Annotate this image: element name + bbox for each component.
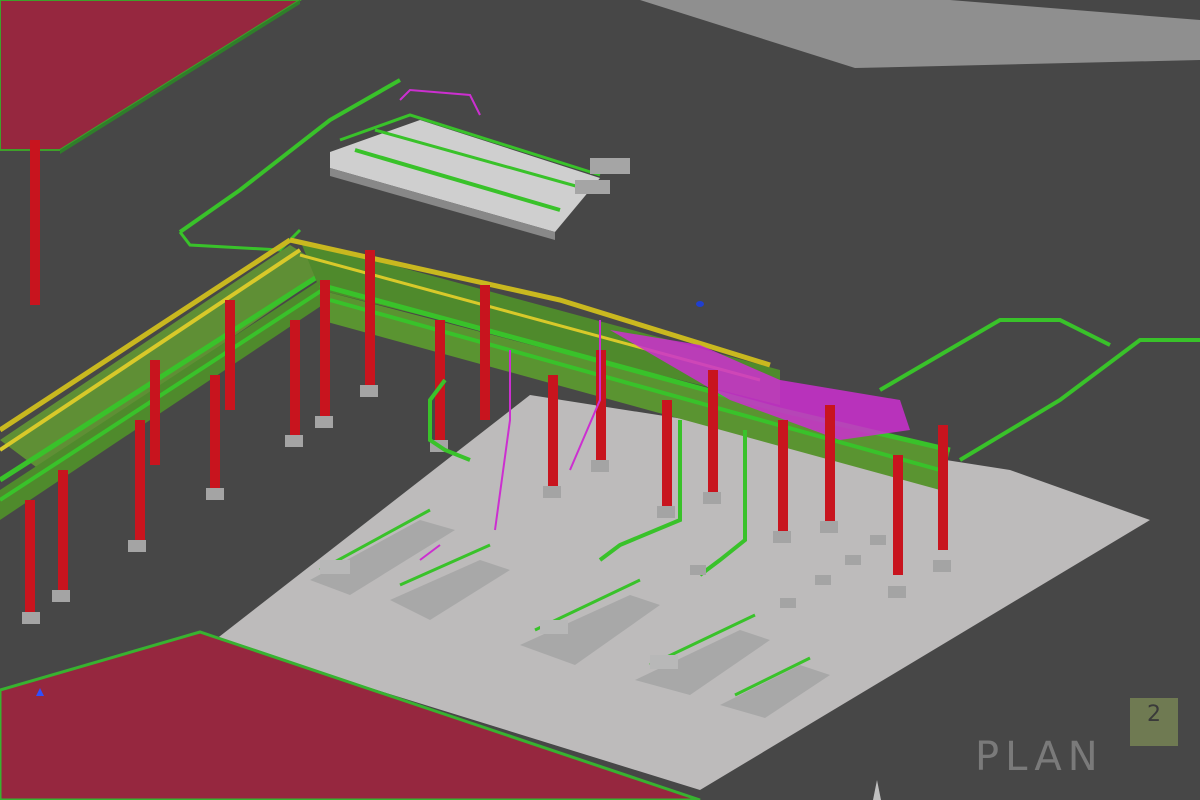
plant-model-scene (0, 0, 1200, 800)
logo-superscript: 2 (1147, 702, 1161, 727)
blue-marker-icon (696, 301, 704, 307)
pipe-right-route-2 (958, 338, 1200, 462)
model-viewport[interactable]: 2 PLAN (0, 0, 1200, 800)
building-roof-top-left (0, 0, 302, 151)
logo-wordmark: PLAN (975, 734, 1104, 780)
pipe-right-route (878, 318, 1111, 392)
plan2-logo: 2 PLAN (975, 698, 1178, 780)
elevation-marker-icon (873, 780, 881, 800)
pipe-rack-left (0, 237, 332, 520)
upper-pad (640, 0, 1200, 68)
upper-equipment-skid (330, 88, 630, 240)
